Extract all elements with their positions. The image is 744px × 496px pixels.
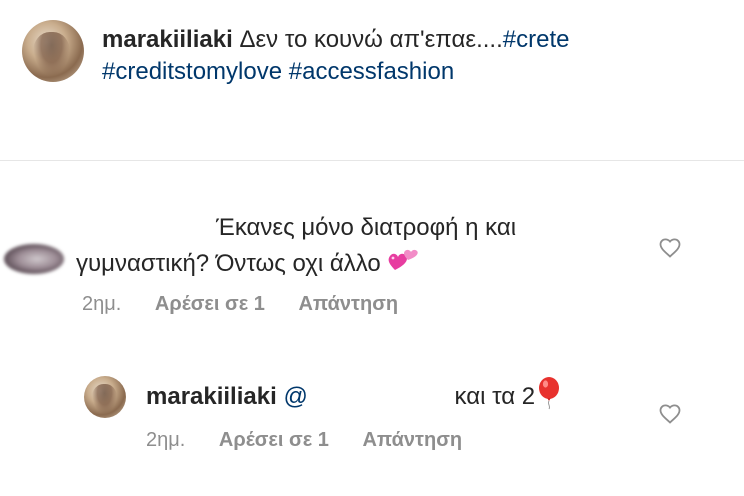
reply-meta: 2ημ. Αρέσει σε 1 Απάντηση [146, 428, 490, 452]
like-heart-icon[interactable] [658, 236, 682, 260]
caption-text: marakiiliaki Δεν το κουνώ απ'επαε....#cr… [102, 24, 722, 88]
reply-text: marakiiliaki @ και τα 2 [146, 376, 706, 419]
two-hearts-icon [387, 246, 419, 283]
caption-username[interactable]: marakiiliaki [102, 26, 233, 53]
hashtag-creditstomylove[interactable]: #creditstomylove [102, 58, 282, 85]
hashtag-accessfashion[interactable]: #accessfashion [289, 58, 454, 85]
comment-reply-button[interactable]: Απάντηση [298, 292, 398, 316]
reply-time: 2ημ. [146, 429, 186, 451]
reply-likes[interactable]: Αρέσει σε 1 [219, 428, 329, 452]
reply-reply-button[interactable]: Απάντηση [362, 428, 462, 452]
balloon-icon [535, 376, 563, 419]
comment-text: Έκανες μόνο διατροφή η και γυμναστική? Ό… [76, 210, 636, 283]
commenter-avatar[interactable] [4, 244, 64, 274]
reply-like-heart-icon[interactable] [658, 402, 682, 426]
caption-author-avatar[interactable] [22, 20, 84, 82]
reply-username[interactable]: marakiiliaki [146, 383, 277, 410]
comment-time: 2ημ. [82, 293, 122, 315]
comment-meta: 2ημ. Αρέσει σε 1 Απάντηση [82, 292, 426, 316]
reply-mention[interactable]: @ [283, 383, 307, 410]
comment-likes[interactable]: Αρέσει σε 1 [155, 292, 265, 316]
hashtag-crete[interactable]: #crete [503, 26, 570, 53]
divider [0, 160, 744, 161]
reply-author-avatar[interactable] [84, 376, 126, 418]
reply-body: και τα 2 [454, 382, 536, 410]
comment-line-1: Έκανες μόνο διατροφή η και [216, 214, 517, 241]
caption-body: Δεν το κουνώ απ'επαε.... [239, 26, 503, 53]
comment-line-2: γυμναστική? Όντως οχι άλλο [76, 250, 381, 277]
